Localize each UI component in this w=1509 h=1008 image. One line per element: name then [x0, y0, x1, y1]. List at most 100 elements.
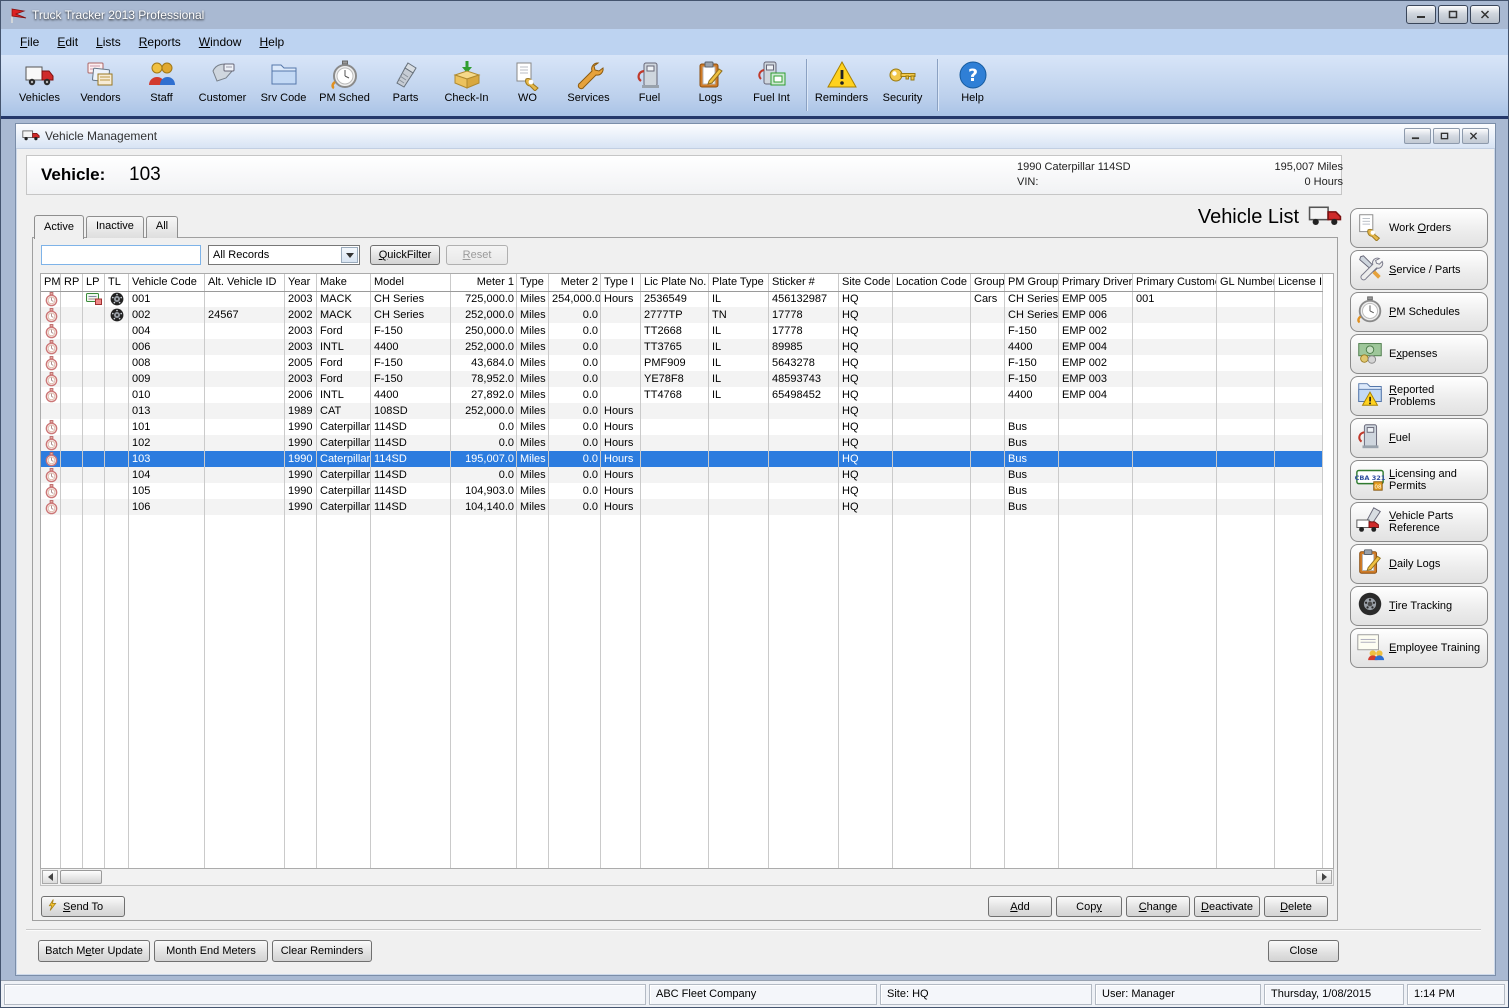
- status-time: 1:14 PM: [1407, 984, 1505, 1005]
- records-dropdown[interactable]: All Records: [208, 245, 360, 265]
- column-header-meter1[interactable]: Meter 1: [451, 274, 517, 291]
- table-row-106[interactable]: 1061990Caterpillar114SD104,140.0Miles0.0…: [41, 499, 1323, 515]
- column-header-group[interactable]: Group: [971, 274, 1005, 291]
- column-header-meter2[interactable]: Meter 2: [549, 274, 601, 291]
- month-end-meters-button[interactable]: Month End Meters: [154, 940, 268, 962]
- table-row-013[interactable]: 0131989CAT108SD252,000.0Miles0.0HoursHQ: [41, 403, 1323, 419]
- column-header-type2[interactable]: Type I: [601, 274, 641, 291]
- scrollbar-thumb[interactable]: [60, 870, 102, 884]
- column-header-model[interactable]: Model: [371, 274, 451, 291]
- column-header-lp[interactable]: LP: [83, 274, 105, 291]
- sidebar-button-employee-training[interactable]: Employee Training: [1350, 628, 1488, 668]
- menu-reports[interactable]: Reports: [130, 31, 190, 53]
- add-button[interactable]: Add: [988, 896, 1052, 917]
- maximize-button[interactable]: [1438, 5, 1468, 24]
- column-header-sticker[interactable]: Sticker #: [769, 274, 839, 291]
- sidebar-button-fuel[interactable]: Fuel: [1350, 418, 1488, 458]
- column-header-license[interactable]: License I: [1275, 274, 1323, 291]
- minimize-button[interactable]: [1406, 5, 1436, 24]
- tab-all[interactable]: All: [146, 216, 178, 238]
- table-row-103[interactable]: 1031990Caterpillar114SD195,007.0Miles0.0…: [41, 451, 1323, 467]
- toolbar-button-reminders[interactable]: Reminders: [811, 57, 872, 113]
- menu-help[interactable]: Help: [250, 31, 293, 53]
- column-header-driver[interactable]: Primary Driver: [1059, 274, 1133, 291]
- column-header-plate[interactable]: Lic Plate No.: [641, 274, 709, 291]
- horizontal-scrollbar[interactable]: [40, 869, 1334, 886]
- sidebar-button-expenses[interactable]: Expenses: [1350, 334, 1488, 374]
- reset-button[interactable]: Reset: [446, 245, 508, 265]
- sidebar-button-vehicle-parts-reference[interactable]: Vehicle Parts Reference: [1350, 502, 1488, 542]
- table-row-008[interactable]: 0082005FordF-15043,684.0Miles0.0PMF909IL…: [41, 355, 1323, 371]
- sidebar-button-pm-schedules[interactable]: PM Schedules: [1350, 292, 1488, 332]
- toolbar-button-pm-sched[interactable]: PM Sched: [314, 57, 375, 113]
- child-restore-button[interactable]: [1433, 128, 1460, 144]
- close-window-button[interactable]: Close: [1268, 940, 1339, 962]
- delete-button[interactable]: Delete: [1264, 896, 1328, 917]
- table-row-102[interactable]: 1021990Caterpillar114SD0.0Miles0.0HoursH…: [41, 435, 1323, 451]
- column-header-pm[interactable]: PM: [41, 274, 61, 291]
- toolbar-button-wo[interactable]: WO: [497, 57, 558, 113]
- table-row-006[interactable]: 0062003INTL4400252,000.0Miles0.0TT3765IL…: [41, 339, 1323, 355]
- sidebar-button-work-orders[interactable]: Work Orders: [1350, 208, 1488, 248]
- chevron-down-icon[interactable]: [341, 247, 358, 263]
- table-row-001[interactable]: 0012003MACKCH Series725,000.0Miles254,00…: [41, 291, 1323, 307]
- column-header-location[interactable]: Location Code: [893, 274, 971, 291]
- batch-meter-update-button[interactable]: Batch Meter Update: [38, 940, 150, 962]
- menu-file[interactable]: File: [11, 31, 48, 53]
- quickfilter-input[interactable]: [41, 245, 201, 265]
- child-close-button[interactable]: [1462, 128, 1489, 144]
- child-minimize-button[interactable]: [1404, 128, 1431, 144]
- table-row-104[interactable]: 1041990Caterpillar114SD0.0Miles0.0HoursH…: [41, 467, 1323, 483]
- column-header-rp[interactable]: RP: [61, 274, 83, 291]
- clear-reminders-button[interactable]: Clear Reminders: [272, 940, 372, 962]
- toolbar-button-srv-code[interactable]: Srv Code: [253, 57, 314, 113]
- column-header-pmgroup[interactable]: PM Group: [1005, 274, 1059, 291]
- table-row-101[interactable]: 1011990Caterpillar114SD0.0Miles0.0HoursH…: [41, 419, 1323, 435]
- change-button[interactable]: Change: [1126, 896, 1190, 917]
- sidebar-button-service-parts[interactable]: Service / Parts: [1350, 250, 1488, 290]
- column-header-tl[interactable]: TL: [105, 274, 129, 291]
- toolbar-button-fuel[interactable]: Fuel: [619, 57, 680, 113]
- copy-button[interactable]: Copy: [1056, 896, 1122, 917]
- menu-edit[interactable]: Edit: [48, 31, 87, 53]
- sidebar-button-daily-logs[interactable]: Daily Logs: [1350, 544, 1488, 584]
- toolbar-button-customer[interactable]: Customer: [192, 57, 253, 113]
- tab-active[interactable]: Active: [34, 215, 84, 239]
- column-header-code[interactable]: Vehicle Code: [129, 274, 205, 291]
- table-row-010[interactable]: 0102006INTL440027,892.0Miles0.0TT4768IL6…: [41, 387, 1323, 403]
- toolbar-button-logs[interactable]: Logs: [680, 57, 741, 113]
- column-header-alt[interactable]: Alt. Vehicle ID: [205, 274, 285, 291]
- table-row-002[interactable]: 002245672002MACKCH Series252,000.0Miles0…: [41, 307, 1323, 323]
- column-header-type1[interactable]: Type: [517, 274, 549, 291]
- toolbar-button-vendors[interactable]: Vendors: [70, 57, 131, 113]
- scroll-left-icon[interactable]: [42, 870, 58, 884]
- toolbar-button-services[interactable]: Services: [558, 57, 619, 113]
- column-header-gl[interactable]: GL Number: [1217, 274, 1275, 291]
- sidebar-button-tire-tracking[interactable]: Tire Tracking: [1350, 586, 1488, 626]
- column-header-make[interactable]: Make: [317, 274, 371, 291]
- table-row-009[interactable]: 0092003FordF-15078,952.0Miles0.0YE78F8IL…: [41, 371, 1323, 387]
- scroll-right-icon[interactable]: [1316, 870, 1332, 884]
- toolbar-button-help[interactable]: ?Help: [942, 57, 1003, 113]
- column-header-site[interactable]: Site Code: [839, 274, 893, 291]
- deactivate-button[interactable]: Deactivate: [1194, 896, 1260, 917]
- menu-lists[interactable]: Lists: [87, 31, 130, 53]
- tab-inactive[interactable]: Inactive: [86, 216, 144, 238]
- sidebar-button-licensing-and-permits[interactable]: CBA 32108Licensing and Permits: [1350, 460, 1488, 500]
- toolbar-button-fuel-int[interactable]: Fuel Int: [741, 57, 802, 113]
- table-row-105[interactable]: 1051990Caterpillar114SD104,903.0Miles0.0…: [41, 483, 1323, 499]
- quickfilter-button[interactable]: QuickFilter: [370, 245, 440, 265]
- toolbar-button-staff[interactable]: Staff: [131, 57, 192, 113]
- close-button[interactable]: [1470, 5, 1500, 24]
- toolbar-button-vehicles[interactable]: Vehicles: [9, 57, 70, 113]
- table-row-004[interactable]: 0042003FordF-150250,000.0Miles0.0TT2668I…: [41, 323, 1323, 339]
- column-header-year[interactable]: Year: [285, 274, 317, 291]
- toolbar-button-check-in[interactable]: Check-In: [436, 57, 497, 113]
- send-to-button[interactable]: Send To: [41, 896, 125, 917]
- sidebar-button-reported-problems[interactable]: Reported Problems: [1350, 376, 1488, 416]
- toolbar-button-security[interactable]: Security: [872, 57, 933, 113]
- column-header-platetype[interactable]: Plate Type: [709, 274, 769, 291]
- menu-window[interactable]: Window: [190, 31, 251, 53]
- column-header-customer[interactable]: Primary Customer: [1133, 274, 1217, 291]
- toolbar-button-parts[interactable]: Parts: [375, 57, 436, 113]
